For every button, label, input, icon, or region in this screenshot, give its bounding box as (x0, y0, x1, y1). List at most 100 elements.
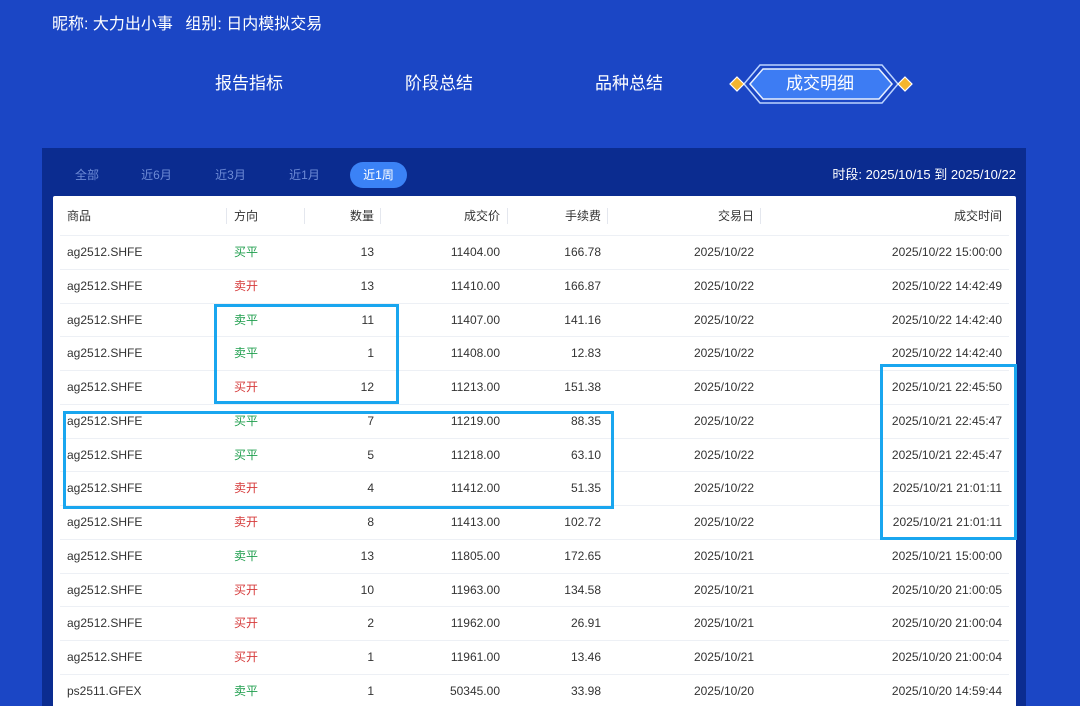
cell-direction: 卖平 (234, 683, 259, 698)
cell-price: 11963.00 (450, 582, 500, 597)
cell-fee: 172.65 (564, 548, 601, 563)
cell-trade-time: 2025/10/20 21:00:04 (891, 650, 1002, 664)
cell-quantity: 5 (367, 447, 374, 462)
cell-quantity: 13 (360, 245, 374, 259)
cell-direction: 买开 (234, 650, 259, 664)
cell-price: 11412.00 (450, 481, 500, 496)
cell-trade-date: 2025/10/22 (693, 245, 754, 259)
cell-price: 50345.00 (449, 683, 500, 698)
cell-quantity: 2 (367, 616, 374, 631)
column-header-quantity[interactable]: 数量 (304, 196, 380, 236)
table-row: ag2512.SHFE 买平 7 11219.00 88.35 2025/10/22 202… (53, 405, 1016, 439)
period-label: 时段: (832, 167, 862, 182)
cell-fee: 166.87 (564, 278, 601, 293)
table-row: ag2512.SHFE 买平 13 11404.00 166.78 2025/10/22 2… (53, 236, 1016, 270)
cell-fee: 13.46 (570, 650, 601, 664)
cell-symbol: ps2511.GFEX (67, 683, 142, 698)
cell-direction: 卖平 (234, 346, 259, 361)
cell-trade-time: 2025/10/21 22:45:47 (891, 447, 1002, 462)
cell-trade-date: 2025/10/22 (693, 447, 754, 462)
column-header-symbol[interactable]: 商品 (53, 196, 226, 236)
cell-quantity: 13 (360, 548, 374, 563)
cell-symbol: ag2512.SHFE (67, 380, 143, 394)
cell-quantity: 10 (360, 582, 374, 597)
column-header-fee[interactable]: 手续费 (507, 196, 607, 236)
column-header-trade-date[interactable]: 交易日 (607, 196, 760, 236)
cell-trade-date: 2025/10/21 (693, 548, 754, 563)
tab-stage-summary[interactable]: 阶段总结 (379, 70, 499, 98)
table-row: ag2512.SHFE 卖开 8 11413.00 102.72 2025/10/22 20… (53, 506, 1016, 540)
cell-trade-date: 2025/10/22 (693, 481, 754, 496)
table-row: ag2512.SHFE 卖平 13 11805.00 172.65 2025/10/21 2… (53, 540, 1016, 574)
user-info: 昵称: 大力出小事 组别: 日内模拟交易 (52, 15, 322, 35)
filter-3-months[interactable]: 近3月 (202, 162, 259, 188)
cell-symbol: ag2512.SHFE (67, 346, 143, 361)
cell-trade-time: 2025/10/21 22:45:47 (891, 413, 1002, 428)
cell-trade-time: 2025/10/21 21:01:11 (892, 481, 1002, 496)
cell-direction: 卖开 (234, 515, 259, 529)
cell-trade-time: 2025/10/22 15:00:00 (891, 245, 1002, 259)
cell-fee: 12.83 (570, 346, 601, 361)
table-row: ag2512.SHFE 卖开 4 11412.00 51.35 2025/10/22 202… (53, 472, 1016, 506)
cell-trade-date: 2025/10/21 (693, 582, 754, 597)
cell-quantity: 1 (367, 346, 374, 361)
cell-trade-date: 2025/10/22 (693, 515, 754, 529)
cell-trade-time: 2025/10/22 14:42:49 (891, 278, 1002, 293)
cell-trade-time: 2025/10/20 14:59:44 (891, 683, 1002, 698)
cell-price: 11961.00 (450, 650, 500, 664)
cell-direction: 卖开 (234, 481, 259, 496)
cell-trade-date: 2025/10/22 (693, 346, 754, 361)
cell-direction: 卖开 (234, 278, 259, 293)
filter-6-months[interactable]: 近6月 (128, 162, 185, 188)
cell-trade-date: 2025/10/22 (693, 312, 754, 327)
filter-1-week[interactable]: 近1周 (350, 162, 407, 188)
group-value: 日内模拟交易 (226, 16, 323, 33)
cell-trade-date: 2025/10/21 (693, 650, 754, 664)
period-start: 2025/10/15 (865, 167, 931, 182)
table-row: ag2512.SHFE 买开 12 11213.00 151.38 2025/10/22 2… (53, 371, 1016, 405)
filter-all[interactable]: 全部 (63, 162, 111, 188)
tab-trade-details[interactable]: 成交明细 (760, 70, 880, 98)
cell-direction: 买平 (234, 245, 259, 259)
cell-direction: 买平 (234, 413, 259, 428)
cell-price: 11218.00 (450, 447, 500, 462)
cell-symbol: ag2512.SHFE (67, 245, 143, 259)
cell-price: 11408.00 (450, 346, 500, 361)
tab-variety-summary[interactable]: 品种总结 (569, 70, 689, 98)
filter-1-month[interactable]: 近1月 (276, 162, 333, 188)
cell-fee: 102.72 (564, 515, 601, 529)
cell-symbol: ag2512.SHFE (67, 278, 143, 293)
diamond-ornament-left-icon (729, 76, 745, 92)
cell-quantity: 1 (367, 683, 374, 698)
cell-trade-date: 2025/10/22 (693, 278, 754, 293)
nickname-value: 大力出小事 (92, 16, 173, 33)
column-header-direction[interactable]: 方向 (226, 196, 304, 236)
cell-symbol: ag2512.SHFE (67, 515, 143, 529)
cell-quantity: 12 (360, 380, 374, 394)
cell-price: 11407.00 (450, 312, 500, 327)
trade-details-panel: 全部 近6月 近3月 近1月 近1周 时段: 2025/10/15 到 2025… (42, 148, 1026, 706)
trade-table: 商品 方向 数量 成交价 手续费 交易日 成交时间 ag2512.SHFE 买平 1… (53, 196, 1016, 706)
period-end: 2025/10/22 (950, 167, 1016, 182)
cell-quantity: 8 (367, 515, 374, 529)
table-header: 商品 方向 数量 成交价 手续费 交易日 成交时间 (53, 196, 1016, 236)
cell-direction: 买平 (234, 447, 259, 462)
cell-direction: 买开 (234, 582, 259, 597)
cell-direction: 卖平 (234, 312, 259, 327)
tab-report-metrics[interactable]: 报告指标 (189, 70, 309, 98)
period-range: 时段: 2025/10/15 到 2025/10/22 (832, 162, 1016, 188)
column-header-price[interactable]: 成交价 (380, 196, 507, 236)
table-row: ag2512.SHFE 买开 1 11961.00 13.46 2025/10/21 202… (53, 641, 1016, 675)
diamond-ornament-right-icon (897, 76, 913, 92)
column-header-trade-time[interactable]: 成交时间 (760, 196, 1016, 236)
cell-fee: 51.35 (570, 481, 601, 496)
table-row: ag2512.SHFE 卖平 1 11408.00 12.83 2025/10/22 202… (53, 337, 1016, 371)
cell-quantity: 4 (367, 481, 374, 496)
cell-symbol: ag2512.SHFE (67, 616, 143, 631)
cell-quantity: 7 (367, 413, 374, 428)
cell-trade-date: 2025/10/21 (693, 616, 754, 631)
table-body: ag2512.SHFE 买平 13 11404.00 166.78 2025/10/22 2… (53, 236, 1016, 706)
cell-fee: 63.10 (570, 447, 601, 462)
cell-symbol: ag2512.SHFE (67, 312, 143, 327)
cell-fee: 26.91 (570, 616, 601, 631)
